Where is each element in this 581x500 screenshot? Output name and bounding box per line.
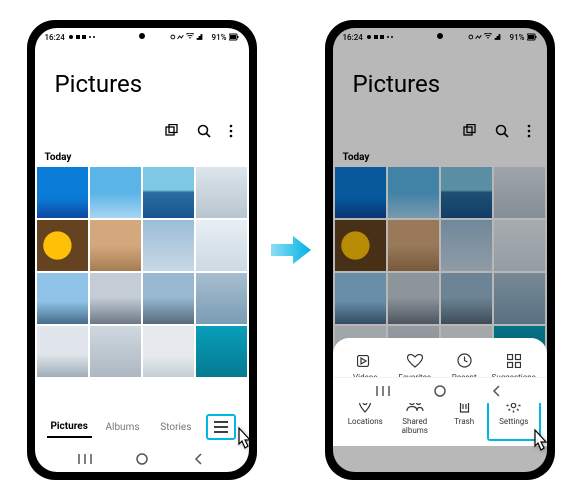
phone-frame-right: 16:24 91% Pictures Today: [325, 20, 555, 480]
thumbnail[interactable]: [335, 167, 386, 218]
cursor-pointer: [529, 428, 547, 462]
toolbar: [333, 124, 547, 148]
heart-icon: [407, 354, 423, 368]
more-icon[interactable]: [229, 124, 233, 138]
thumbnail[interactable]: [143, 167, 194, 218]
video-icon: [357, 355, 373, 367]
status-icons-right: [468, 33, 508, 41]
tab-pictures[interactable]: Pictures: [47, 417, 92, 438]
screen-right: 16:24 91% Pictures Today: [333, 28, 547, 472]
select-icon[interactable]: [165, 124, 179, 138]
more-icon[interactable]: [527, 124, 531, 138]
status-battery: 91%: [212, 33, 227, 42]
clock-icon: [457, 353, 472, 368]
thumbnail[interactable]: [441, 220, 492, 271]
cursor-pointer: [233, 426, 249, 460]
thumbnail[interactable]: [196, 273, 247, 324]
thumbnail[interactable]: [335, 273, 386, 324]
status-icons-right: [170, 33, 210, 41]
thumbnail[interactable]: [388, 273, 439, 324]
nav-back-icon[interactable]: [193, 453, 205, 465]
thumbnail[interactable]: [90, 273, 141, 324]
menu-label: Shared albums: [390, 418, 440, 436]
section-today: Today: [35, 148, 249, 167]
thumbnail[interactable]: [37, 273, 88, 324]
transition-arrow: [271, 233, 311, 267]
bottom-tabs: Pictures Albums Stories: [35, 406, 249, 446]
page-title: Pictures: [333, 46, 547, 124]
battery-icon: [229, 33, 239, 41]
thumbnail[interactable]: [90, 167, 141, 218]
android-navbar: [333, 377, 547, 403]
nav-recent-icon[interactable]: [376, 385, 390, 397]
toolbar: [35, 124, 249, 148]
thumbnail[interactable]: [143, 220, 194, 271]
status-time: 16:24: [343, 33, 363, 42]
status-icons-left: [67, 33, 101, 41]
thumbnail[interactable]: [388, 220, 439, 271]
status-time: 16:24: [45, 33, 65, 42]
nav-home-icon[interactable]: [433, 384, 447, 398]
thumbnail[interactable]: [441, 167, 492, 218]
nav-back-icon[interactable]: [491, 385, 503, 397]
front-camera: [437, 33, 443, 39]
thumbnail[interactable]: [37, 326, 88, 377]
menu-label: Locations: [348, 418, 383, 427]
thumbnail[interactable]: [196, 220, 247, 271]
thumbnail[interactable]: [196, 167, 247, 218]
thumbnail[interactable]: [143, 273, 194, 324]
front-camera: [139, 33, 145, 39]
nav-home-icon[interactable]: [135, 452, 149, 466]
menu-label: Trash: [454, 418, 474, 427]
thumbnail[interactable]: [494, 220, 545, 271]
screen-left: 16:24 91% Pictures Today Pictures Albums: [35, 28, 249, 472]
thumbnail[interactable]: [143, 326, 194, 377]
tab-albums[interactable]: Albums: [100, 418, 145, 437]
status-icons-left: [365, 33, 399, 41]
thumbnail[interactable]: [335, 220, 386, 271]
select-icon[interactable]: [463, 124, 477, 138]
thumbnail[interactable]: [90, 220, 141, 271]
nav-recent-icon[interactable]: [78, 453, 92, 465]
thumbnail[interactable]: [196, 326, 247, 377]
hamburger-icon[interactable]: [214, 421, 228, 433]
menu-label: Settings: [499, 418, 528, 427]
search-icon[interactable]: [197, 124, 211, 138]
photo-grid[interactable]: [35, 167, 249, 377]
grid-icon: [507, 354, 521, 368]
android-navbar: [35, 446, 249, 472]
status-battery: 91%: [510, 33, 525, 42]
phone-frame-left: 16:24 91% Pictures Today Pictures Albums: [27, 20, 257, 480]
section-today: Today: [333, 148, 547, 167]
thumbnail[interactable]: [494, 273, 545, 324]
thumbnail[interactable]: [37, 167, 88, 218]
battery-icon: [527, 33, 537, 41]
thumbnail[interactable]: [388, 167, 439, 218]
thumbnail[interactable]: [441, 273, 492, 324]
thumbnail[interactable]: [37, 220, 88, 271]
page-title: Pictures: [35, 46, 249, 124]
search-icon[interactable]: [495, 124, 509, 138]
tab-stories[interactable]: Stories: [153, 418, 198, 437]
thumbnail[interactable]: [494, 167, 545, 218]
thumbnail[interactable]: [90, 326, 141, 377]
